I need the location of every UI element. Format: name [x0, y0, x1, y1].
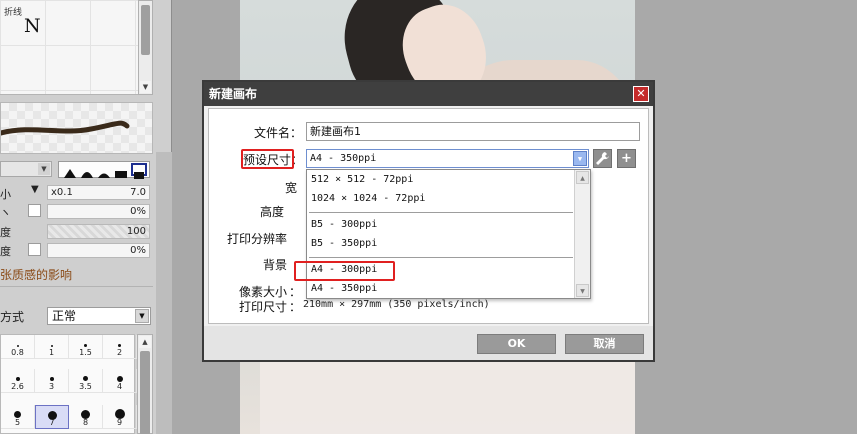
tool-property-panel: 折线 N ▼ ▼ 小 ▼ x0.1 7.0 ヽ 0% 度 100 度 0% 张质…	[0, 0, 172, 434]
opacity-field[interactable]: 0%	[47, 204, 150, 219]
subtool-label: 折线	[4, 8, 23, 18]
tip-shape-icon[interactable]	[97, 164, 111, 178]
chevron-down-icon[interactable]: ▼	[573, 151, 587, 166]
size-label: 3.5	[79, 382, 92, 391]
dropdown-scrollbar[interactable]: ▲ ▼	[574, 170, 590, 298]
stroke-preview-svg	[0, 120, 130, 136]
new-canvas-dialog: 新建画布 ✕ 文件名： 新建画布1 预设尺寸 ： A4 - 350ppi ▼ +…	[202, 80, 655, 362]
filename-input[interactable]: 新建画布1	[306, 122, 640, 141]
app-window: 折线 N ▼ ▼ 小 ▼ x0.1 7.0 ヽ 0% 度 100 度 0% 张质…	[0, 0, 857, 434]
polyline-icon[interactable]: N	[24, 15, 41, 37]
size-option[interactable]: 0.8	[1, 335, 35, 359]
size-label: 3	[48, 382, 55, 391]
paper-texture-label: 张质感的影响	[0, 268, 73, 282]
size-option[interactable]: 3	[35, 369, 69, 393]
preset-option[interactable]: B5 - 300ppi	[311, 216, 571, 234]
partial-label: ヽ	[0, 206, 11, 219]
preset-option[interactable]: 1024 × 1024 - 72ppi	[311, 190, 571, 208]
partial-label: 度	[0, 226, 11, 239]
combine-mode-value: 正常	[52, 309, 77, 323]
cancel-button[interactable]: 取消	[565, 334, 644, 354]
add-preset-icon[interactable]: +	[617, 149, 636, 168]
size-label: 1.5	[79, 348, 92, 357]
scroll-up-icon[interactable]: ▲	[576, 171, 589, 184]
height-label: 高度	[259, 205, 284, 219]
size-label: 2.6	[11, 382, 24, 391]
tip-shape-selected-icon[interactable]	[131, 163, 147, 179]
size-option-selected[interactable]: 7	[35, 405, 69, 429]
divider	[309, 257, 573, 258]
brush-size-field[interactable]: x0.1 7.0	[47, 185, 150, 200]
close-icon[interactable]: ✕	[633, 86, 649, 102]
chevron-down-icon[interactable]: ▼	[135, 309, 149, 323]
size-label: 0.8	[11, 348, 24, 357]
size-label: 9	[116, 418, 123, 427]
print-size-label: 打印尺寸	[238, 300, 287, 314]
combine-mode-label: 方式	[0, 310, 25, 324]
size-label: 8	[82, 418, 89, 427]
partial-label: 度	[0, 245, 11, 258]
subtool-scrollbar[interactable]: ▼	[138, 0, 153, 95]
size-option[interactable]: 3.5	[69, 369, 103, 393]
size-label: 1	[48, 348, 55, 357]
size-value: 7.0	[130, 187, 146, 198]
preset-size-select[interactable]: A4 - 350ppi ▼	[306, 149, 589, 168]
scroll-down-icon[interactable]: ▼	[140, 81, 151, 93]
filename-label: 文件名：	[253, 126, 302, 140]
size-option[interactable]: 1	[35, 335, 69, 359]
size-option[interactable]: 5	[1, 405, 35, 429]
size-option[interactable]: 8	[69, 405, 103, 429]
brush-tip-shapes[interactable]	[58, 161, 150, 179]
scroll-down-icon[interactable]: ▼	[576, 284, 589, 297]
print-size-value: 210mm × 297mm (350 pixels/inch)	[303, 299, 490, 310]
brush-stroke-preview	[0, 102, 153, 154]
scroll-up-icon[interactable]: ▲	[139, 336, 151, 348]
density-slider[interactable]: 100	[47, 224, 150, 239]
subtool-grid[interactable]: 折线 N	[0, 0, 138, 95]
size-palette-scrollbar[interactable]: ▲	[137, 334, 153, 434]
partial-label: 小	[0, 188, 11, 201]
preset-value: A4 - 350ppi	[310, 153, 377, 164]
dpi-label: 打印分辨率	[226, 232, 287, 246]
highlight-box	[241, 149, 294, 169]
size-multiplier: x0.1	[51, 187, 73, 198]
highlight-box	[294, 261, 395, 281]
combine-mode-dropdown[interactable]: 正常 ▼	[47, 307, 151, 325]
dropdown-arrow-icon[interactable]: ▼	[31, 184, 39, 195]
dialog-footer: OK 取消	[204, 326, 653, 360]
size-label: 4	[116, 382, 123, 391]
dialog-title: 新建画布	[204, 82, 653, 106]
wrench-icon[interactable]	[593, 149, 612, 168]
size-option[interactable]: 2.6	[1, 369, 35, 393]
size-label: 7	[49, 418, 55, 427]
panel-scrollbar[interactable]	[156, 152, 172, 434]
texture-field[interactable]: 0%	[47, 243, 150, 258]
size-label: 2	[116, 348, 123, 357]
background-label: 背景	[262, 258, 287, 272]
size-option[interactable]: 4	[103, 369, 137, 393]
ok-button[interactable]: OK	[477, 334, 556, 354]
tip-shape-icon[interactable]	[114, 164, 128, 178]
checkbox[interactable]	[28, 204, 41, 217]
scrollbar-thumb[interactable]	[140, 351, 150, 434]
width-label: 宽	[284, 181, 297, 195]
size-option[interactable]: 2	[103, 335, 137, 359]
size-option[interactable]: 1.5	[69, 335, 103, 359]
preset-option[interactable]: A4 - 350ppi	[311, 280, 571, 298]
tip-shape-icon[interactable]	[80, 164, 94, 178]
chevron-down-icon[interactable]: ▼	[38, 163, 50, 175]
dialog-body: 文件名： 新建画布1 预设尺寸 ： A4 - 350ppi ▼ + 宽 高度 打…	[208, 108, 649, 324]
checkbox[interactable]	[28, 243, 41, 256]
brush-shape-dropdown[interactable]: ▼	[0, 161, 52, 177]
preset-option[interactable]: B5 - 350ppi	[311, 235, 571, 253]
size-label: 5	[14, 418, 21, 427]
brush-size-palette: 0.8 1 1.5 2 2.6 3 3.5 4 5 7 8 9	[0, 334, 137, 434]
divider	[0, 286, 153, 287]
tip-shape-icon[interactable]	[63, 164, 77, 178]
divider	[309, 212, 573, 213]
size-option[interactable]: 9	[103, 405, 137, 429]
preset-option[interactable]: 512 × 512 - 72ppi	[311, 171, 571, 189]
colon: ：	[289, 300, 302, 314]
scrollbar-thumb[interactable]	[141, 5, 150, 55]
